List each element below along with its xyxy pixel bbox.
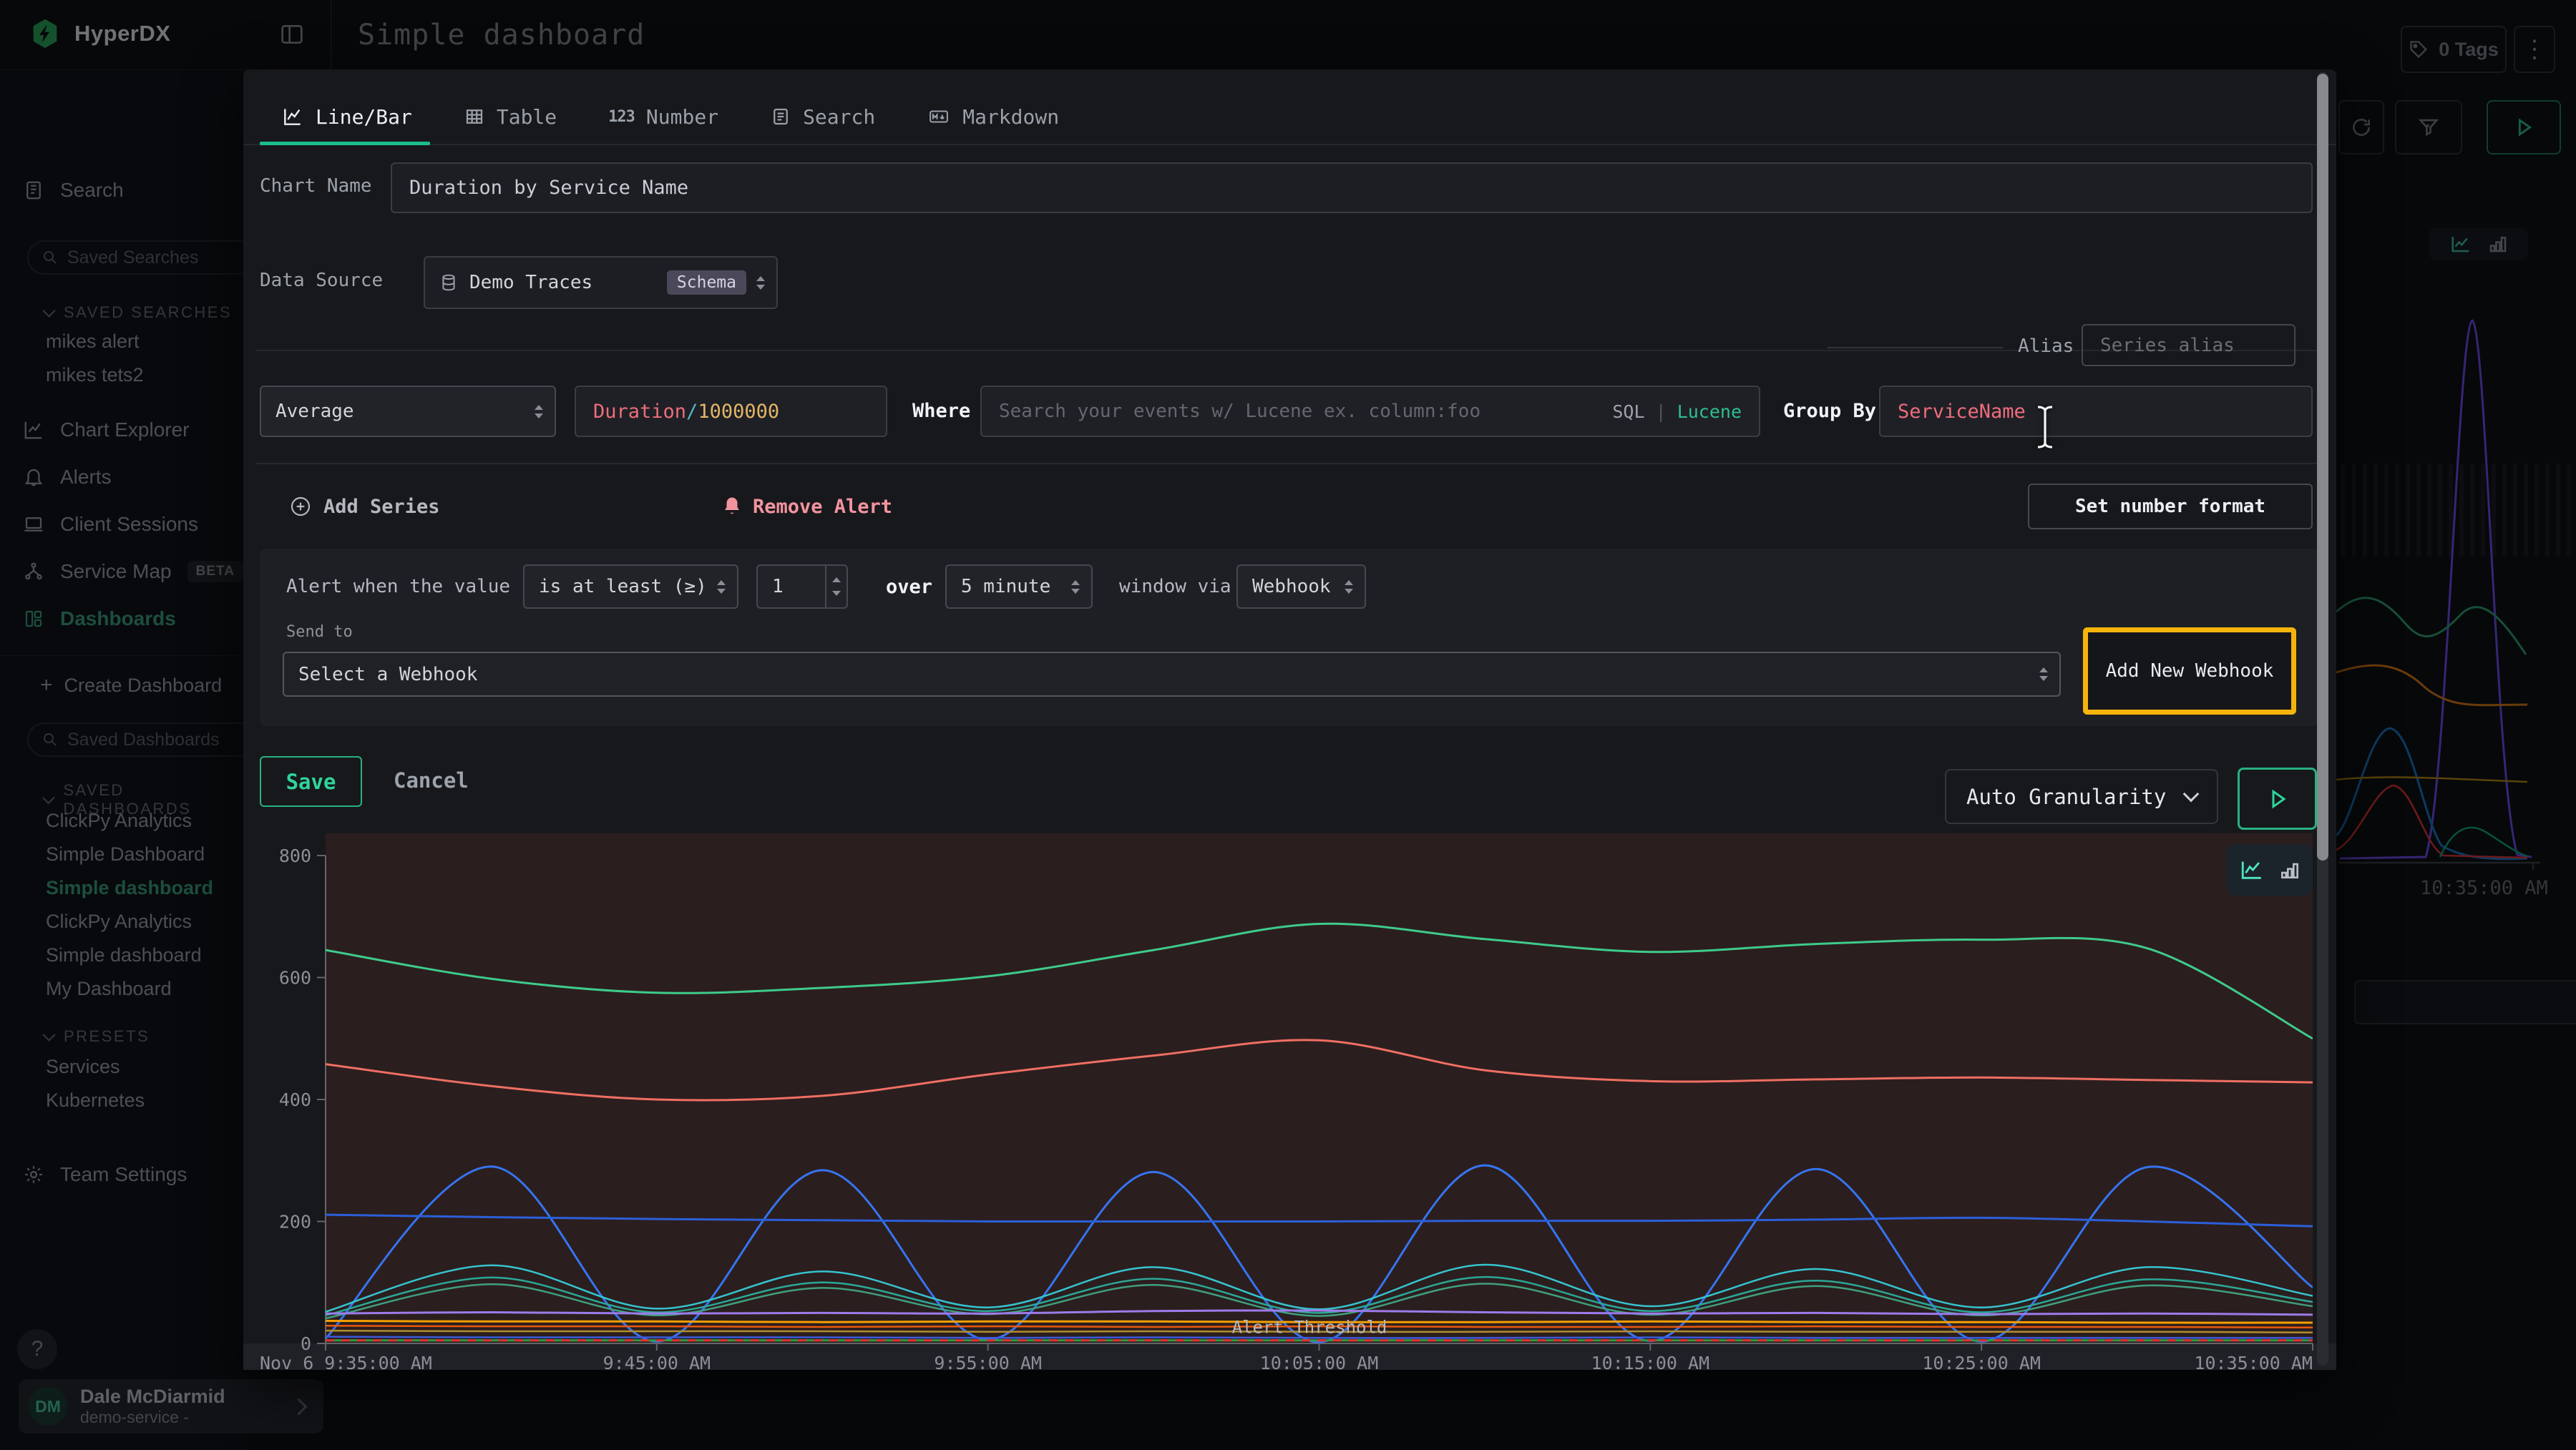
series-connector-line [1828, 347, 2003, 348]
chart-type-tabs: Line/Bar Table 123Number Search Markdown [243, 89, 2336, 145]
where-label: Where [912, 400, 970, 422]
lang-lucene[interactable]: Lucene [1677, 401, 1742, 422]
send-to-label: Send to [286, 623, 353, 641]
svg-text:400: 400 [279, 1089, 311, 1110]
webhook-select[interactable]: Select a Webhook [283, 652, 2061, 697]
bell-icon [721, 496, 743, 517]
set-number-format-button[interactable]: Set number format [2028, 484, 2313, 529]
tab-line-bar[interactable]: Line/Bar [281, 105, 412, 129]
svg-text:10:25:00 AM: 10:25:00 AM [1922, 1353, 2041, 1370]
language-toggle[interactable]: SQL | Lucene [1612, 401, 1742, 422]
svg-text:0: 0 [301, 1333, 311, 1354]
granularity-value: Auto Granularity [1966, 785, 2166, 809]
svg-text:10:35:00 AM: 10:35:00 AM [2194, 1353, 2313, 1370]
modal-scrollbar[interactable] [2317, 72, 2328, 1366]
add-series-button[interactable]: Add Series [289, 484, 440, 529]
select-chevrons-icon [756, 276, 765, 290]
select-chevrons-icon [535, 405, 543, 418]
alert-via-label: window via [1119, 564, 1231, 609]
alert-channel-select[interactable]: Webhook [1236, 564, 1366, 609]
alert-threshold-input[interactable]: 1 [756, 564, 848, 609]
alias-label: Alias [2018, 335, 2074, 357]
aggregation-select[interactable]: Average [260, 386, 556, 437]
chart-area: 0 200 400 600 800 Nov 6 9:35:00 AM 9:45:00 AM 9… [243, 833, 2336, 1370]
select-chevrons-icon [1071, 580, 1080, 594]
cancel-label: Cancel [394, 768, 469, 793]
bar-chart-icon [2278, 858, 2301, 881]
scrollbar-thumb[interactable] [2317, 74, 2328, 861]
alert-threshold-label: Alert Threshold [1232, 1318, 1387, 1338]
aggregation-value: Average [275, 401, 354, 422]
chart-name-input[interactable]: Duration by Service Name [391, 162, 2313, 213]
series-alias-input[interactable]: Series alias [2082, 324, 2296, 366]
line-chart-icon [2238, 858, 2265, 882]
remove-alert-button[interactable]: Remove Alert [721, 484, 892, 529]
select-chevrons-icon [2039, 667, 2048, 681]
tab-number[interactable]: 123Number [608, 105, 718, 129]
number-stepper[interactable] [825, 566, 847, 607]
chart-editor-modal: Line/Bar Table 123Number Search Markdown Cha… [243, 69, 2336, 1370]
alert-config-panel: Alert when the value is at least (≥) 1 o… [260, 549, 2318, 726]
chart-type-toggle[interactable] [2226, 844, 2313, 896]
svg-text:800: 800 [279, 846, 311, 866]
divider [256, 350, 2323, 351]
remove-alert-label: Remove Alert [753, 496, 892, 518]
alert-prefix-label: Alert when the value [286, 564, 510, 609]
field-expression-input[interactable]: Duration/1000000 [575, 386, 887, 437]
svg-text:9:55:00 AM: 9:55:00 AM [934, 1353, 1042, 1370]
svg-text:600: 600 [279, 968, 311, 989]
alert-window-value: 5 minute [961, 576, 1050, 597]
alert-window-select[interactable]: 5 minute [945, 564, 1093, 609]
database-icon [439, 273, 458, 292]
chart-name-value: Duration by Service Name [409, 177, 688, 199]
chevron-down-icon [2183, 786, 2200, 803]
webhook-placeholder: Select a Webhook [298, 664, 477, 685]
alert-channel-value: Webhook [1252, 576, 1331, 597]
where-search-input[interactable]: Search your events w/ Lucene ex. column:… [980, 386, 1760, 437]
alert-condition-value: is at least (≥) [539, 576, 707, 597]
set-number-format-label: Set number format [2075, 496, 2265, 517]
data-source-select[interactable]: Demo Traces Schema [424, 256, 778, 309]
chart-name-label: Chart Name [260, 175, 372, 197]
granularity-select[interactable]: Auto Granularity [1945, 769, 2218, 824]
svg-text:10:05:00 AM: 10:05:00 AM [1260, 1353, 1379, 1370]
select-chevrons-icon [1345, 580, 1353, 594]
group-by-value: ServiceName [1898, 401, 2026, 423]
add-series-label: Add Series [323, 496, 440, 518]
save-button[interactable]: Save [260, 756, 362, 807]
active-tab-underline [260, 142, 430, 145]
plus-circle-icon [289, 495, 312, 518]
group-by-input[interactable]: ServiceName [1879, 386, 2313, 437]
svg-text:9:45:00 AM: 9:45:00 AM [603, 1353, 711, 1370]
preview-run-button[interactable] [2238, 768, 2317, 830]
data-source-value: Demo Traces [469, 272, 592, 293]
select-chevrons-icon [717, 580, 726, 594]
text-cursor-icon [2032, 404, 2058, 450]
tab-markdown[interactable]: Markdown [927, 105, 1059, 129]
schema-badge: Schema [667, 270, 746, 295]
add-new-webhook-button[interactable]: Add New Webhook [2083, 627, 2296, 715]
data-source-label: Data Source [260, 270, 383, 291]
alert-threshold-value: 1 [772, 576, 784, 597]
cancel-button[interactable]: Cancel [394, 756, 469, 804]
svg-text:10:15:00 AM: 10:15:00 AM [1591, 1353, 1710, 1370]
where-search-placeholder: Search your events w/ Lucene ex. column:… [999, 401, 1480, 422]
lang-sql[interactable]: SQL [1612, 401, 1644, 422]
alert-over-label: over [886, 564, 932, 609]
svg-text:200: 200 [279, 1212, 311, 1233]
save-label: Save [286, 770, 336, 794]
field-token: 1000000 [698, 401, 779, 423]
timeseries-chart: 0 200 400 600 800 Nov 6 9:35:00 AM 9:45:00 AM 9… [243, 833, 2336, 1370]
field-token: Duration [593, 401, 686, 423]
series-alias-placeholder: Series alias [2100, 335, 2235, 356]
svg-text:Nov 6 9:35:00 AM: Nov 6 9:35:00 AM [260, 1353, 432, 1370]
play-icon [2265, 786, 2290, 812]
tab-search[interactable]: Search [770, 105, 875, 129]
field-token: / [686, 401, 698, 423]
tab-table[interactable]: Table [464, 105, 557, 129]
group-by-label: Group By [1783, 400, 1876, 422]
divider [256, 463, 2323, 464]
alert-condition-select[interactable]: is at least (≥) [523, 564, 738, 609]
add-new-webhook-label: Add New Webhook [2106, 660, 2274, 682]
